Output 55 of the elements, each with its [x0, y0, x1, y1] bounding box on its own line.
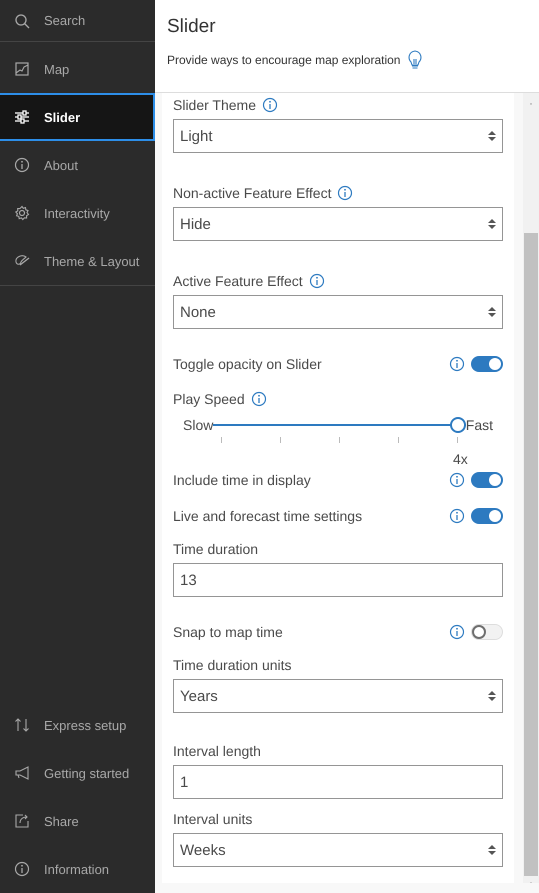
field-label: Interval length [173, 743, 261, 759]
dropdown[interactable]: Hide [173, 207, 503, 241]
tick-label: 4x [452, 451, 468, 467]
dropdown[interactable]: Light [173, 119, 503, 153]
field-label: Snap to map time [173, 624, 283, 640]
gear-icon [14, 205, 30, 221]
toggle-switch[interactable] [471, 472, 503, 488]
share-icon [14, 813, 30, 829]
sidebar-item[interactable]: Express setup [0, 701, 155, 749]
scrollbar[interactable] [523, 93, 539, 883]
slider-max-label: Fast [466, 417, 493, 433]
sort-arrows-icon [488, 690, 496, 702]
sort-arrows-icon [488, 844, 496, 856]
dropdown[interactable]: Weeks [173, 833, 503, 867]
sidebar-item[interactable]: Theme & Layout [0, 237, 155, 285]
sidebar-item[interactable]: Slider [0, 93, 155, 141]
field-label: Time duration [173, 541, 258, 557]
field-label: Play Speed [173, 391, 245, 407]
dropdown[interactable]: Years [173, 679, 503, 713]
panel-description: Provide ways to encourage map exploration [167, 53, 400, 67]
field-label: Interval units [173, 811, 252, 827]
sidebar-item[interactable]: About [0, 141, 155, 189]
field-label: Active Feature Effect [173, 273, 303, 289]
sidebar-item[interactable]: Information [0, 845, 155, 893]
slider-thumb[interactable] [450, 417, 466, 433]
up-down-arrows-icon [14, 717, 30, 733]
sidebar-item[interactable]: Interactivity [0, 189, 155, 237]
field-label: Include time in display [173, 472, 311, 488]
panel-title: Slider [167, 16, 217, 38]
sliders-icon [14, 109, 30, 125]
input-field[interactable]: 1 [173, 765, 503, 799]
sidebar-item[interactable]: Share [0, 797, 155, 845]
sort-arrows-icon [488, 306, 496, 318]
field-label: Toggle opacity on Slider [173, 356, 322, 372]
sidebar-item[interactable]: Getting started [0, 749, 155, 797]
toggle-switch[interactable] [471, 356, 503, 372]
slider-min-label: Slow [183, 417, 214, 433]
field-label: Time duration units [173, 657, 292, 673]
field-label: Slider Theme [173, 97, 256, 113]
sort-arrows-icon [488, 130, 496, 142]
dropdown[interactable]: None [173, 295, 503, 329]
sort-arrows-icon [488, 218, 496, 230]
lightbulb-icon [408, 50, 422, 70]
search-icon [14, 12, 30, 28]
sidebar-item[interactable]: Map [0, 45, 155, 93]
info-icon [14, 861, 30, 877]
field-label: Live and forecast time settings [173, 508, 362, 524]
slider-track[interactable] [213, 415, 466, 435]
map-icon [14, 61, 30, 77]
megaphone-icon [14, 765, 30, 781]
info-icon [14, 157, 30, 173]
input-field[interactable]: 13 [173, 563, 503, 597]
toggle-switch[interactable] [471, 508, 503, 524]
toggle-switch[interactable] [471, 624, 503, 640]
field-label: Non-active Feature Effect [173, 185, 332, 201]
